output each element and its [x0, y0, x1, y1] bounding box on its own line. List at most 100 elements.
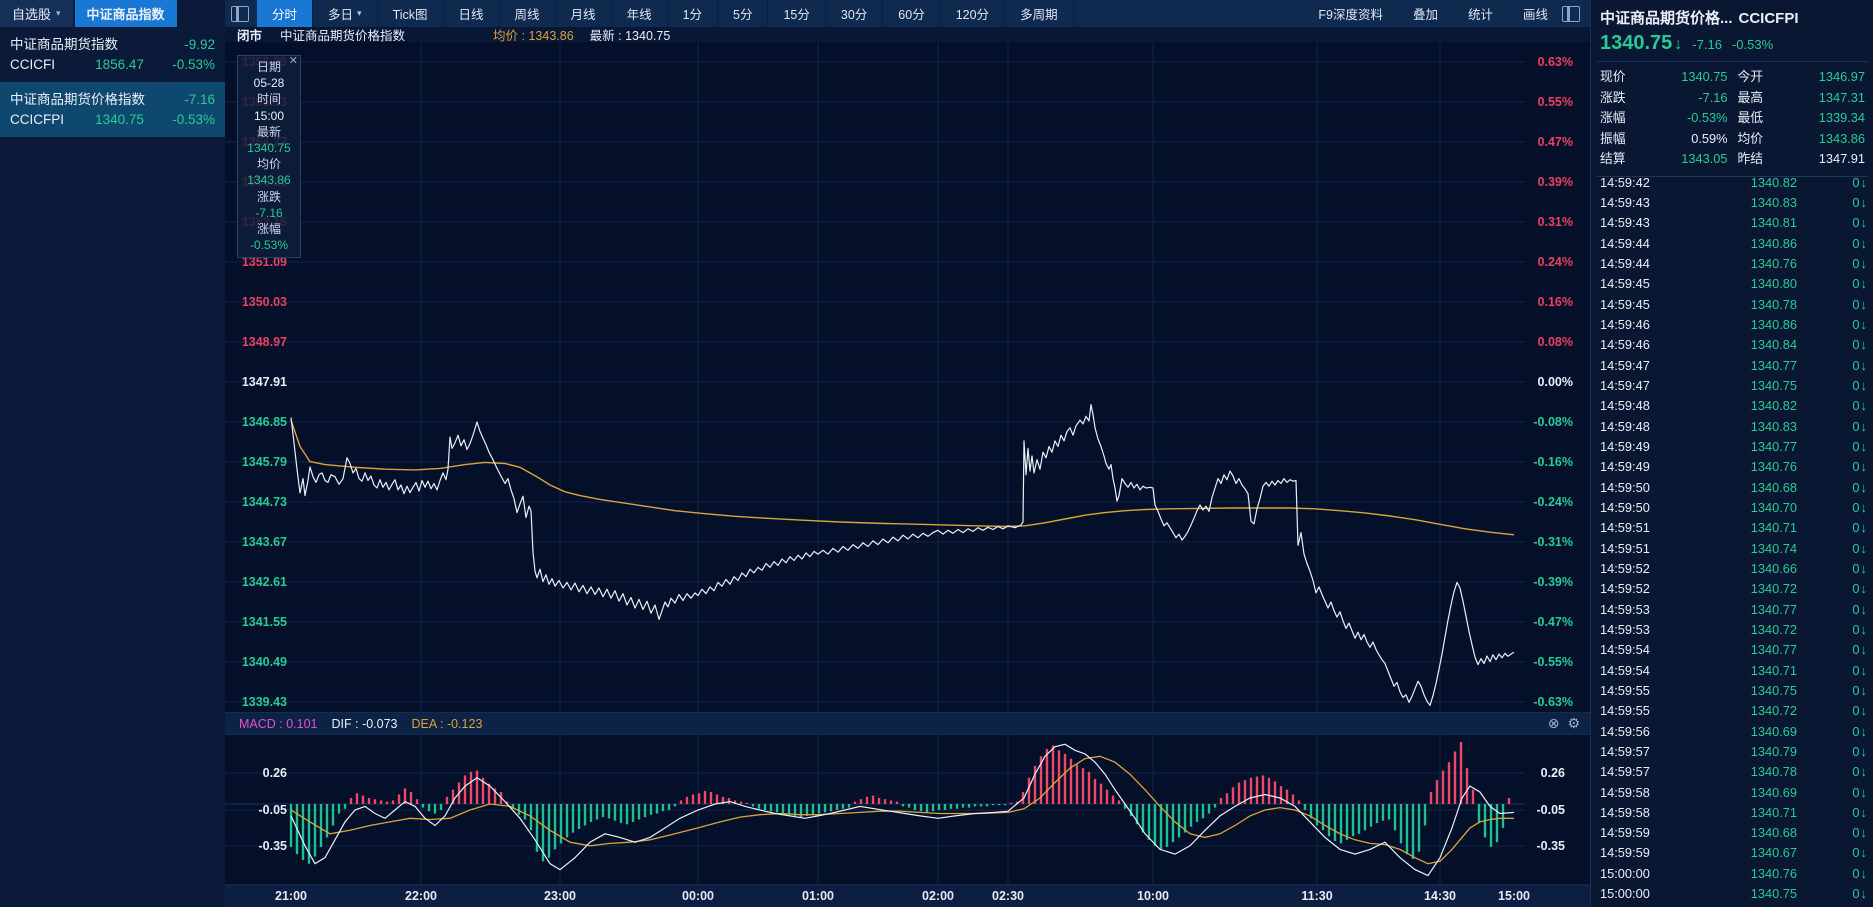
tick-row: 14:59:491340.760↓ [1591, 457, 1873, 477]
tick-volume: 0↓ [1833, 683, 1867, 698]
tab-月线[interactable]: 月线 [556, 0, 612, 27]
tick-price: 1340.79 [1666, 744, 1833, 759]
time-axis-label: 01:00 [802, 889, 834, 903]
tick-volume: 0↓ [1833, 602, 1867, 617]
tooltip-label: 均价 [238, 156, 300, 172]
tick-time: 14:59:47 [1600, 358, 1666, 373]
tick-time: 14:59:54 [1600, 642, 1666, 657]
layout-icon[interactable] [231, 6, 249, 22]
stat-value: -7.16 [1648, 88, 1728, 109]
tick-volume-value: 0 [1852, 744, 1859, 759]
tab-30分[interactable]: 30分 [826, 0, 883, 27]
tick-volume: 0↓ [1833, 520, 1867, 535]
tab-多日[interactable]: 多日▾ [313, 0, 378, 27]
tick-list[interactable]: 14:59:421340.820↓14:59:431340.830↓14:59:… [1591, 172, 1873, 907]
toolbar-action-叠加[interactable]: 叠加 [1413, 4, 1438, 23]
down-arrow-icon: ↓ [1861, 398, 1868, 413]
percent-axis-label: 0.00% [1538, 375, 1573, 389]
price-axis-label: 1348.97 [242, 335, 287, 349]
watchlist-item[interactable]: 中证商品期货指数-9.92CCICFI1856.47-0.53% [0, 27, 225, 82]
toolbar-action-F9深度资料[interactable]: F9深度资料 [1318, 4, 1383, 23]
intraday-chart-canvas[interactable]: 1356.390.63%1355.330.55%1354.270.47%1353… [225, 42, 1590, 907]
tick-time: 14:59:46 [1600, 337, 1666, 352]
tick-price: 1340.81 [1666, 215, 1833, 230]
macd-axis-label: -0.05 [1537, 803, 1566, 817]
percent-axis-label: -0.31% [1533, 535, 1573, 549]
tick-volume: 0↓ [1833, 785, 1867, 800]
macd-axis-label: -0.35 [1537, 839, 1566, 853]
change-value: -9.92 [184, 35, 215, 55]
tick-row: 14:59:471340.750↓ [1591, 375, 1873, 395]
tick-row: 14:59:581340.710↓ [1591, 802, 1873, 822]
down-arrow-icon: ↓ [1861, 256, 1868, 271]
tab-周线[interactable]: 周线 [500, 0, 556, 27]
gear-icon[interactable]: ⚙ [1567, 715, 1580, 732]
tab-日线[interactable]: 日线 [444, 0, 500, 27]
toolbar-action-统计[interactable]: 统计 [1468, 4, 1493, 23]
macd-indicator-bar: MACD : 0.101 DIF : -0.073 DEA : -0.123 ⊗… [225, 712, 1590, 735]
price-axis-label: 1344.73 [242, 495, 287, 509]
tab-Tick图[interactable]: Tick图 [378, 0, 444, 27]
tick-volume: 0↓ [1833, 805, 1867, 820]
down-arrow-icon: ↓ [1861, 602, 1868, 617]
tab-分时[interactable]: 分时 [257, 0, 313, 27]
change-value: -7.16 [184, 90, 215, 110]
tick-row: 14:59:511340.740↓ [1591, 538, 1873, 558]
toolbar-action-画线[interactable]: 画线 [1523, 4, 1548, 23]
tab-csi-commodity-index[interactable]: 中证商品指数 [75, 0, 177, 27]
tick-volume-value: 0 [1852, 845, 1859, 860]
tab-15分[interactable]: 15分 [768, 0, 825, 27]
tick-row: 14:59:481340.830↓ [1591, 416, 1873, 436]
time-axis-label: 10:00 [1137, 889, 1169, 903]
tick-volume-value: 0 [1852, 337, 1859, 352]
tick-volume-value: 0 [1852, 500, 1859, 515]
stat-label: 涨幅 [1600, 108, 1638, 129]
tick-price: 1340.86 [1666, 317, 1833, 332]
tab-5分[interactable]: 5分 [718, 0, 768, 27]
tab-label: 多日 [328, 4, 353, 23]
tab-120分[interactable]: 120分 [941, 0, 1005, 27]
tooltip-label: 最新 [238, 124, 300, 140]
tick-volume-value: 0 [1852, 480, 1859, 495]
percent-axis-label: 0.63% [1538, 55, 1573, 69]
chevron-down-icon: ▾ [56, 8, 61, 19]
percent-axis-label: 0.31% [1538, 215, 1573, 229]
tab-1分[interactable]: 1分 [668, 0, 718, 27]
instrument-name: 中证商品期货价格指数 [10, 90, 184, 110]
tick-row: 14:59:561340.690↓ [1591, 721, 1873, 741]
tick-time: 14:59:53 [1600, 622, 1666, 637]
watchlist-item[interactable]: 中证商品期货价格指数-7.16CCICFPI1340.75-0.53% [0, 82, 225, 137]
down-arrow-icon: ↓ [1861, 886, 1868, 901]
tab-多周期[interactable]: 多周期 [1005, 0, 1074, 27]
tick-price: 1340.66 [1666, 561, 1833, 576]
panel-toggle-icon[interactable] [1562, 6, 1580, 22]
tick-time: 14:59:47 [1600, 378, 1666, 393]
tick-volume-value: 0 [1852, 358, 1859, 373]
tab-favorites[interactable]: 自选股 ▾ [0, 0, 73, 27]
quote-price-line: 1340.75 ↓ -7.16 -0.53% [1591, 28, 1873, 61]
price-axis-label: 1345.79 [242, 455, 287, 469]
tick-time: 14:59:59 [1600, 845, 1666, 860]
tick-price: 1340.80 [1666, 276, 1833, 291]
tick-row: 14:59:571340.790↓ [1591, 741, 1873, 761]
tick-time: 14:59:51 [1600, 541, 1666, 556]
percent-axis-label: -0.55% [1533, 655, 1573, 669]
down-arrow-icon: ↓ [1861, 459, 1868, 474]
instrument-name: 中证商品期货指数 [10, 35, 184, 55]
time-axis-label: 14:30 [1424, 889, 1456, 903]
tab-label: 自选股 [12, 4, 51, 23]
instrument-code: CCICFI [10, 55, 82, 75]
percent-axis-label: -0.16% [1533, 455, 1573, 469]
tick-price: 1340.71 [1666, 520, 1833, 535]
tab-年线[interactable]: 年线 [612, 0, 668, 27]
close-icon[interactable]: ⊗ [1548, 715, 1560, 732]
tick-price: 1340.75 [1666, 378, 1833, 393]
tick-volume: 0↓ [1833, 703, 1867, 718]
down-arrow-icon: ↓ [1861, 297, 1868, 312]
tab-60分[interactable]: 60分 [883, 0, 940, 27]
down-arrow-icon: ↓ [1861, 480, 1868, 495]
tick-row: 14:59:501340.680↓ [1591, 477, 1873, 497]
stat-value: 1340.75 [1648, 67, 1728, 88]
close-icon[interactable]: ✕ [289, 54, 298, 67]
percent-axis-label: -0.63% [1533, 695, 1573, 709]
